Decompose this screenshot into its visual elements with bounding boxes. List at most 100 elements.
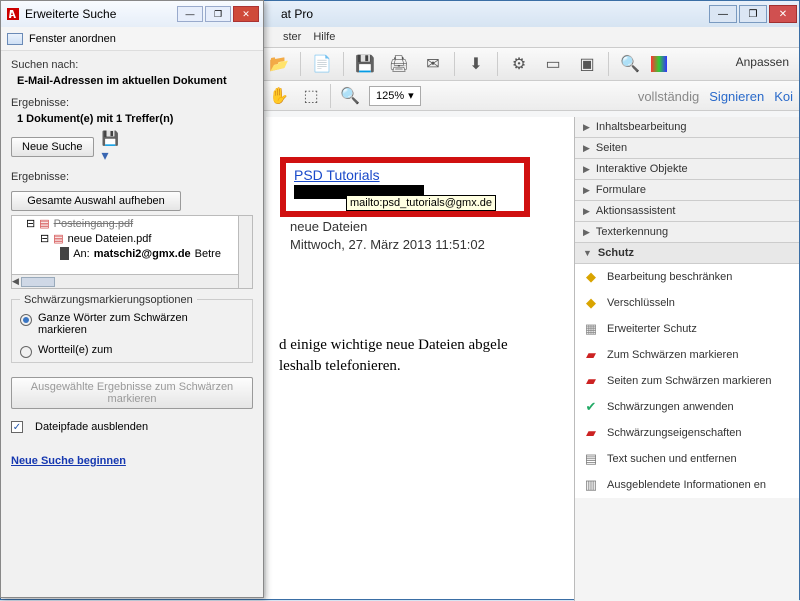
open-icon[interactable]: 📂 <box>266 51 292 77</box>
panel-aktionen[interactable]: ▶Aktionsassistent <box>575 201 799 222</box>
sender-link[interactable]: PSD Tutorials <box>294 167 380 183</box>
tab-kommentar[interactable]: Koi <box>774 89 793 104</box>
settings-shield-icon: ▦ <box>583 321 599 337</box>
item-text-suchen[interactable]: ▤Text suchen und entfernen <box>575 446 799 472</box>
hidden-info-icon: ▥ <box>583 477 599 493</box>
hand-icon[interactable]: ✋ <box>266 83 292 109</box>
search-title-text: Erweiterte Suche <box>25 7 116 21</box>
zoom-icon[interactable]: 🔍 <box>337 83 363 109</box>
item-zum-schwaerzen[interactable]: ▰Zum Schwärzen markieren <box>575 342 799 368</box>
save-icon[interactable]: 💾 <box>352 51 378 77</box>
search-titlebar[interactable]: Erweiterte Suche — ❐ ✕ <box>1 1 263 27</box>
body-line: d einige wichtige neue Dateien abgele <box>279 337 508 353</box>
tree-hscrollbar[interactable]: ◀ <box>12 274 238 288</box>
print-icon[interactable]: 🖨 <box>386 51 412 77</box>
mark-results-button: Ausgewählte Ergebnisse zum Schwärzen mar… <box>11 377 253 409</box>
find-icon[interactable]: 🔍 <box>617 51 643 77</box>
chevron-down-icon: ▾ <box>408 89 414 102</box>
item-label: Erweiterter Schutz <box>607 323 697 335</box>
tree-label: Posteingang.pdf <box>54 218 134 230</box>
menu-item-ster[interactable]: ster <box>283 31 301 43</box>
document-view[interactable]: PSD Tutorials mailto:psd_tutorials@gmx.d… <box>266 117 576 599</box>
acrobat-icon <box>5 6 21 22</box>
radio-label: Wortteil(e) zum <box>38 344 112 356</box>
shield-icon: ◆ <box>583 269 599 285</box>
item-label: Bearbeitung beschränken <box>607 271 732 283</box>
main-maximize-button[interactable]: ❐ <box>739 5 767 23</box>
create-icon[interactable]: 📄 <box>309 51 335 77</box>
item-bearbeitung[interactable]: ◆ Bearbeitung beschränken <box>575 264 799 290</box>
panel-inhalt[interactable]: ▶Inhaltsbearbeitung <box>575 117 799 138</box>
panel-label: Aktionsassistent <box>596 205 675 217</box>
neue-suche-button[interactable]: Neue Suche <box>11 137 94 157</box>
schutz-subpanel: ◆Bearbeitung beschränken ◆Verschlüsseln … <box>575 264 799 498</box>
main-minimize-button[interactable]: — <box>709 5 737 23</box>
panel-label: Texterkennung <box>596 226 668 238</box>
item-schwaerz-eig[interactable]: ▰Schwärzungseigenschaften <box>575 420 799 446</box>
hide-paths-check[interactable]: ✓ Dateipfade ausblenden <box>11 421 253 433</box>
radio-ganze-woerter[interactable]: Ganze Wörter zum Schwärzen markieren <box>20 312 244 336</box>
color-icon[interactable] <box>651 56 667 72</box>
radio-wortteile[interactable]: Wortteil(e) zum <box>20 344 244 358</box>
arrange-label: Fenster anordnen <box>29 33 116 45</box>
tree-item[interactable]: ⊟▤neue Dateien.pdf <box>12 231 252 246</box>
radio-icon <box>20 314 32 326</box>
radio-icon <box>20 346 32 358</box>
tree-item[interactable]: ⊟▤Posteingang.pdf <box>12 216 252 231</box>
item-verschluesseln[interactable]: ◆Verschlüsseln <box>575 290 799 316</box>
panel-seiten[interactable]: ▶Seiten <box>575 138 799 159</box>
deselect-all-button[interactable]: Gesamte Auswahl aufheben <box>11 191 181 211</box>
item-erweiterter-schutz[interactable]: ▦ Erweiterter Schutz <box>575 316 799 342</box>
item-anwenden[interactable]: ✔ Schwärzungen anwenden <box>575 394 799 420</box>
search-minimize-button[interactable]: — <box>177 6 203 22</box>
item-label: Ausgeblendete Informationen en <box>607 479 766 491</box>
item-ausgeblendet[interactable]: ▥ Ausgeblendete Informationen en <box>575 472 799 498</box>
item-label: Verschlüsseln <box>607 297 675 309</box>
save-results-icon[interactable]: 💾▾ <box>102 138 120 156</box>
search-maximize-button[interactable]: ❐ <box>205 6 231 22</box>
checkbox-icon[interactable]: ✕ <box>60 247 69 260</box>
apply-redaction-icon: ✔ <box>583 399 599 415</box>
minus-icon: ⊟ <box>26 217 35 230</box>
group-title: Schwärzungsmarkierungsoptionen <box>20 294 197 306</box>
hit-suffix: Betre <box>195 248 221 260</box>
search-close-button[interactable]: ✕ <box>233 6 259 22</box>
main-close-button[interactable]: ✕ <box>769 5 797 23</box>
hit-prefix: An: <box>73 248 90 260</box>
redact-prop-icon: ▰ <box>583 425 599 441</box>
settings-icon[interactable]: ⚙ <box>506 51 532 77</box>
tree-hit[interactable]: ✕ An: matschi2@gmx.de Betre <box>12 246 252 261</box>
customize-menu[interactable]: Anpassen <box>736 55 789 69</box>
item-seiten-schwaerzen[interactable]: ▰Seiten zum Schwärzen markieren <box>575 368 799 394</box>
zoom-combo[interactable]: 125% ▾ <box>369 86 421 106</box>
new-search-link[interactable]: Neue Suche beginnen <box>11 455 253 467</box>
page-icon[interactable]: ▭ <box>540 51 566 77</box>
search-body: Suchen nach: E-Mail-Adressen im aktuelle… <box>1 51 263 597</box>
panel-interaktiv[interactable]: ▶Interaktive Objekte <box>575 159 799 180</box>
export-icon[interactable]: ⬇ <box>463 51 489 77</box>
chevron-right-icon: ▶ <box>583 227 590 238</box>
doc-body: d einige wichtige neue Dateien abgele le… <box>279 335 579 377</box>
item-label: Schwärzungen anwenden <box>607 401 734 413</box>
tab-vollstaendig[interactable]: vollständig <box>638 89 699 104</box>
menu-item-hilfe[interactable]: Hilfe <box>313 31 335 43</box>
combine-icon[interactable]: ▣ <box>574 51 600 77</box>
arrange-windows-row[interactable]: Fenster anordnen <box>1 27 263 51</box>
tree-vscrollbar[interactable] <box>238 216 252 288</box>
hit-email: matschi2@gmx.de <box>94 248 191 260</box>
panel-formulare[interactable]: ▶ Formulare <box>575 180 799 201</box>
results-tree[interactable]: ⊟▤Posteingang.pdf ⊟▤neue Dateien.pdf ✕ An… <box>11 215 253 289</box>
chevron-down-icon: ▼ <box>583 248 592 258</box>
scroll-thumb[interactable] <box>21 277 55 287</box>
tab-signieren[interactable]: Signieren <box>709 89 764 104</box>
search-query: E-Mail-Adressen im aktuellen Dokument <box>17 75 253 87</box>
item-label: Zum Schwärzen markieren <box>607 349 738 361</box>
select-icon[interactable]: ⬚ <box>298 83 324 109</box>
zoom-value: 125% <box>376 90 404 102</box>
panel-schutz[interactable]: ▼Schutz <box>575 243 799 264</box>
panel-label: Formulare <box>596 184 646 196</box>
chevron-right-icon: ▶ <box>583 185 590 196</box>
doc-date: Mittwoch, 27. März 2013 11:51:02 <box>290 237 485 252</box>
mail-icon[interactable]: ✉ <box>420 51 446 77</box>
panel-texterkennung[interactable]: ▶ Texterkennung <box>575 222 799 243</box>
